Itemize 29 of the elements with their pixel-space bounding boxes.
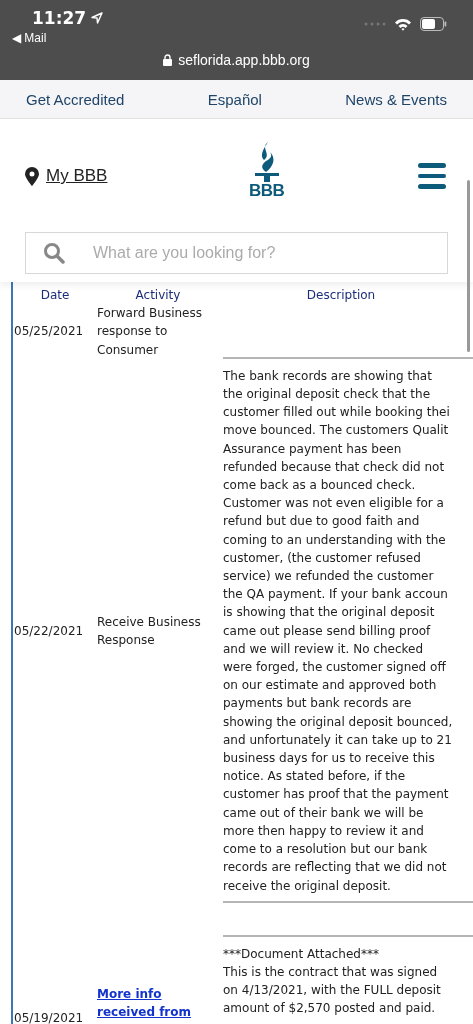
description-text: The bank records are showing that the original deposit check that the customer filled out while booking thei move bounced. The customers Qualit Assurance payment has been refunded because that check did not come back as a bounced check. Customer was not even eligible for a refund but due to good faith and coming to an understanding with the customer, (the customer refused service) we refunded the customer the QA payment. If your bank accoun is showing that the original deposit came out please send billing proof and we will review it. No checked were forged, the customer signed off on our estimate and approved both payments but bank records are showing the original deposit bounced, and unfortunately it can take up to 21 business days for us to receive this notice. As stated before, if the customer has proof that the payment came out of their bank we will be more then happy to review it and come to a resolution but our bank records are reflecting that we did not receive the original deposit. xyxy=(223,367,454,895)
location-arrow-icon xyxy=(91,12,104,24)
activity-link[interactable]: More info received from xyxy=(97,984,219,1022)
location-pin-icon xyxy=(25,166,39,186)
battery-icon xyxy=(420,17,447,31)
date-cell-text: 05/22/2021 xyxy=(13,622,85,640)
date-cell-text: 05/19/2021 xyxy=(13,1009,85,1024)
date-cell-text: 05/25/2021 xyxy=(13,323,85,341)
bbb-logo[interactable]: BBB xyxy=(249,142,285,200)
nav-link[interactable]: Español xyxy=(207,90,262,108)
nav-link[interactable]: Get Accredited xyxy=(26,90,125,108)
url-bar[interactable]: seflorida.app.bbb.org xyxy=(0,52,473,68)
nav-link[interactable]: News & Events xyxy=(345,90,447,108)
menu-icon[interactable] xyxy=(416,161,448,191)
search-field[interactable]: What are you looking for? xyxy=(25,232,448,274)
column-header: Description xyxy=(305,287,377,304)
column-header: Activity xyxy=(134,287,182,304)
wifi-icon xyxy=(394,17,412,31)
my-bbb-link[interactable]: My BBB xyxy=(25,166,108,186)
description-text: ***Document Attached*** This is the contract that was signed on 4/13/2021, with the FULL deposit amount of $2,570 posted and paid. xyxy=(223,945,442,1018)
status-time: 11:27 xyxy=(32,8,87,28)
activity-cell: Forward Business response to Consumer xyxy=(97,306,202,357)
column-header: Date xyxy=(39,287,71,304)
back-to-app-link[interactable]: ◀ Mail xyxy=(12,28,47,45)
search-icon xyxy=(43,242,65,264)
torch-icon xyxy=(253,142,280,182)
activity-cell: Receive Business Response xyxy=(97,614,201,647)
lock-icon xyxy=(163,54,173,66)
signal-icon xyxy=(364,22,386,26)
